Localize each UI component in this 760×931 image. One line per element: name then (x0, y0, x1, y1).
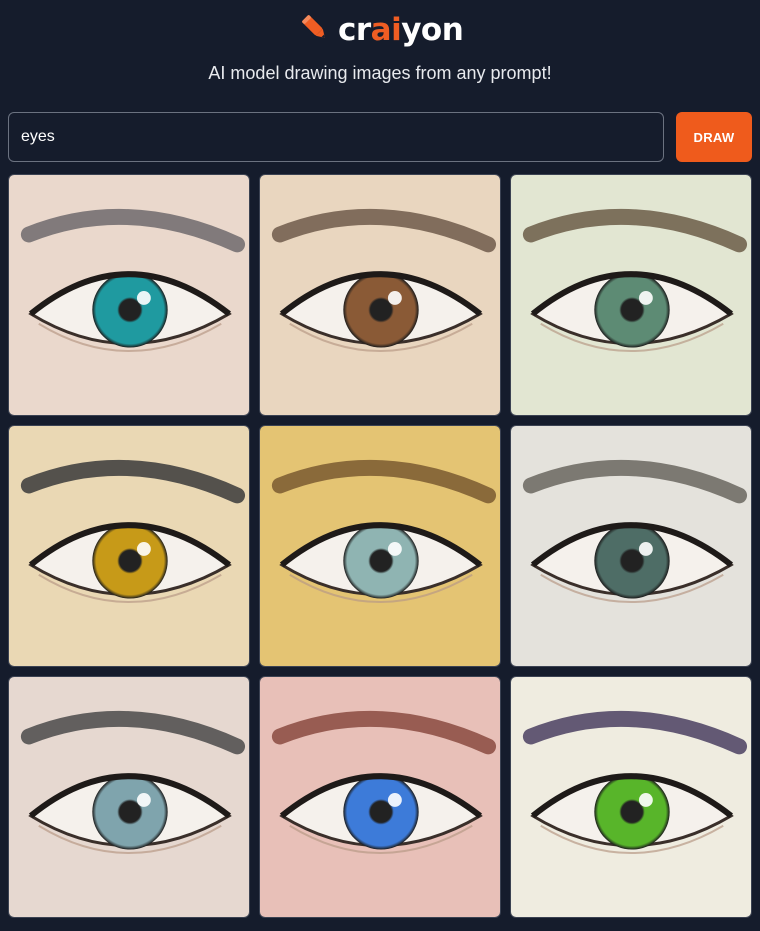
tagline: AI model drawing images from any prompt! (208, 63, 552, 83)
logo-prefix: cr (338, 12, 371, 48)
logo-accent: ai (370, 12, 402, 48)
eye-image[interactable] (8, 425, 250, 667)
eye-image[interactable] (259, 174, 501, 416)
logo[interactable]: craiyon (298, 10, 464, 50)
eye-image[interactable] (259, 425, 501, 667)
pencil-icon (298, 11, 332, 50)
eye-image[interactable] (510, 676, 752, 918)
eye-image[interactable] (510, 174, 752, 416)
prompt-input[interactable] (8, 112, 664, 162)
eye-image[interactable] (8, 676, 250, 918)
draw-button[interactable]: DRAW (676, 112, 752, 162)
image-grid (8, 174, 752, 918)
header: craiyon AI model drawing images from any… (0, 0, 760, 100)
logo-suffix: yon (401, 12, 464, 48)
eye-image[interactable] (8, 174, 250, 416)
eye-image[interactable] (510, 425, 752, 667)
logo-text: craiyon (338, 12, 464, 48)
eye-image[interactable] (259, 676, 501, 918)
